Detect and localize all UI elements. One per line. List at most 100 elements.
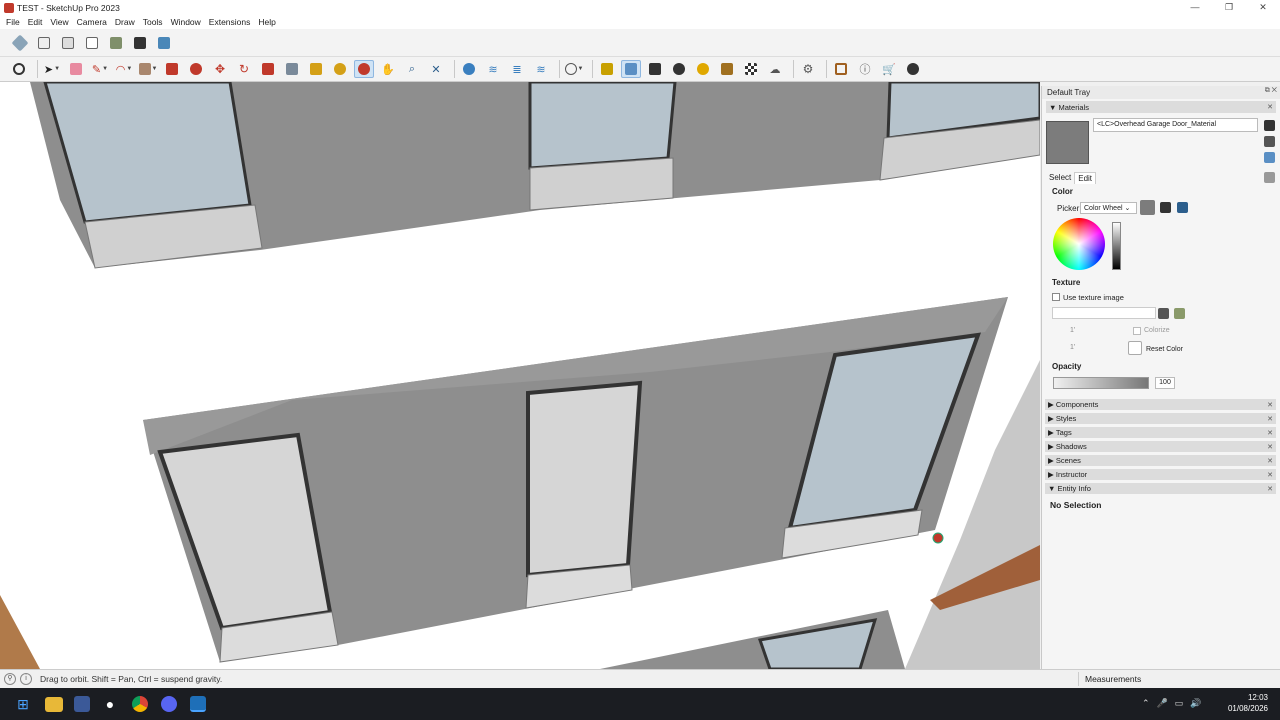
shadows-button[interactable]	[693, 60, 713, 78]
default-material-icon[interactable]	[1264, 120, 1275, 131]
menu-extensions[interactable]: Extensions	[205, 17, 255, 27]
components-button[interactable]	[597, 60, 617, 78]
browse-folder-icon[interactable]	[1158, 308, 1169, 319]
top-view-button[interactable]	[34, 34, 54, 52]
geo-location-icon[interactable]: ⚲	[4, 673, 16, 685]
texture-path-field[interactable]	[1052, 307, 1156, 319]
offset-button[interactable]	[186, 60, 206, 78]
materials-button[interactable]	[621, 60, 641, 78]
account-button[interactable]: ▼	[564, 60, 584, 78]
panel-styles[interactable]: ▶ Styles ✕	[1045, 413, 1276, 424]
panel-close-icon[interactable]: ✕	[1267, 485, 1273, 493]
measurements-box[interactable]: Measurements	[1078, 672, 1278, 686]
texture-width-value[interactable]: 1'	[1070, 327, 1075, 334]
panel-close-icon[interactable]: ✕	[1267, 457, 1273, 465]
brightness-slider[interactable]	[1112, 222, 1121, 270]
info-icon[interactable]: i	[20, 673, 32, 685]
discord-icon[interactable]	[161, 696, 177, 712]
scenes-button[interactable]	[645, 60, 665, 78]
use-texture-checkbox[interactable]	[1052, 293, 1060, 301]
microphone-icon[interactable]: 🎤	[1157, 698, 1168, 709]
menu-draw[interactable]: Draw	[111, 17, 139, 27]
panel-scenes[interactable]: ▶ Scenes ✕	[1045, 455, 1276, 466]
styles-button[interactable]: ≣	[507, 60, 527, 78]
model-viewport[interactable]	[0, 82, 1040, 669]
minimize-button[interactable]: —	[1178, 0, 1212, 15]
back-view-button[interactable]	[106, 34, 126, 52]
menu-window[interactable]: Window	[167, 17, 205, 27]
arc-tool-button[interactable]: ◠ ▼	[114, 60, 134, 78]
panel-shadows[interactable]: ▶ Shadows ✕	[1045, 441, 1276, 452]
texture-height-value[interactable]: 1'	[1070, 344, 1075, 351]
sample-paint-icon[interactable]	[1264, 152, 1275, 163]
menu-camera[interactable]: Camera	[73, 17, 111, 27]
add-location-button[interactable]	[669, 60, 689, 78]
left-view-button[interactable]	[130, 34, 150, 52]
opacity-slider[interactable]	[1053, 377, 1149, 389]
windows-start-icon[interactable]: ⊞	[12, 693, 34, 715]
chrome-icon[interactable]	[132, 696, 148, 712]
shape-tool-button[interactable]: ▼	[138, 60, 158, 78]
iso-view-button[interactable]	[10, 34, 30, 52]
pan-tool-button[interactable]: ✋	[378, 60, 398, 78]
panel-close-icon[interactable]: ✕	[1267, 429, 1273, 437]
select-tool-button[interactable]: ➤ ▼	[42, 60, 62, 78]
eraser-tool-button[interactable]	[66, 60, 86, 78]
panel-instructor[interactable]: ▶ Instructor ✕	[1045, 469, 1276, 480]
app-icon-1[interactable]	[74, 696, 90, 712]
zoom-extents-button[interactable]: ✕	[426, 60, 446, 78]
color-wheel[interactable]	[1053, 218, 1105, 270]
system-clock[interactable]: 12:03 01/08/2026	[1228, 692, 1268, 714]
panel-close-icon[interactable]: ✕	[1267, 443, 1273, 451]
panel-close-icon[interactable]: ✕	[1267, 415, 1273, 423]
store-button[interactable]: 🛒	[879, 60, 899, 78]
close-button[interactable]: ✕	[1246, 0, 1280, 15]
sketchup-taskbar-icon[interactable]	[190, 696, 206, 712]
paint-bucket-button[interactable]	[330, 60, 350, 78]
maximize-button[interactable]: ❐	[1212, 0, 1246, 15]
menu-tools[interactable]: Tools	[139, 17, 167, 27]
chevron-up-icon[interactable]: ⌃	[1142, 698, 1150, 709]
panel-close-icon[interactable]: ✕	[1267, 471, 1273, 479]
zoom-tool-button[interactable]: ⌕	[402, 60, 422, 78]
tab-edit[interactable]: Edit	[1074, 172, 1097, 184]
tags-button[interactable]	[717, 60, 737, 78]
menu-view[interactable]: View	[46, 17, 72, 27]
bottom-view-button[interactable]	[154, 34, 174, 52]
warehouse-button[interactable]	[459, 60, 479, 78]
cloud-button[interactable]: ☁	[765, 60, 785, 78]
building-model[interactable]	[0, 82, 1040, 669]
edit-texture-icon[interactable]	[1174, 308, 1185, 319]
section-plane-button[interactable]	[741, 60, 761, 78]
line-tool-button[interactable]: ✎ ▼	[90, 60, 110, 78]
tape-measure-button[interactable]	[306, 60, 326, 78]
create-material-icon[interactable]	[1264, 136, 1275, 147]
scale-tool-button[interactable]	[258, 60, 278, 78]
push-pull-button[interactable]	[162, 60, 182, 78]
menu-edit[interactable]: Edit	[24, 17, 47, 27]
sandbox-button[interactable]: ≋	[531, 60, 551, 78]
volume-icon[interactable]: 🔊	[1190, 698, 1201, 709]
reset-color-swatch[interactable]	[1128, 341, 1142, 355]
panel-tags[interactable]: ▶ Tags ✕	[1045, 427, 1276, 438]
panel-entity-info[interactable]: ▼ Entity Info ✕	[1045, 483, 1276, 494]
material-name-field[interactable]: <LC>Overhead Garage Door_Material	[1093, 118, 1258, 132]
follow-me-button[interactable]	[282, 60, 302, 78]
rotate-tool-button[interactable]: ↻	[234, 60, 254, 78]
tab-select[interactable]: Select	[1046, 172, 1074, 184]
github-icon[interactable]: ●	[99, 693, 121, 715]
move-tool-button[interactable]: ✥	[210, 60, 230, 78]
front-view-button[interactable]	[58, 34, 78, 52]
tray-close-icon[interactable]: ⧉ ✕	[1265, 87, 1277, 95]
network-icon[interactable]: ▭	[1175, 698, 1184, 709]
menu-file[interactable]: File	[2, 17, 24, 27]
eyedropper-icon[interactable]	[1264, 172, 1275, 183]
extension-manager-button[interactable]: ⚙	[798, 60, 818, 78]
orbit-tool-button[interactable]	[354, 60, 374, 78]
menu-help[interactable]: Help	[254, 17, 279, 27]
layers-button[interactable]: ≋	[483, 60, 503, 78]
panel-close-icon[interactable]: ✕	[1267, 401, 1273, 409]
instructor-button[interactable]: ⓘ	[855, 60, 875, 78]
match-model-color-icon[interactable]	[1160, 202, 1171, 213]
right-view-button[interactable]	[82, 34, 102, 52]
